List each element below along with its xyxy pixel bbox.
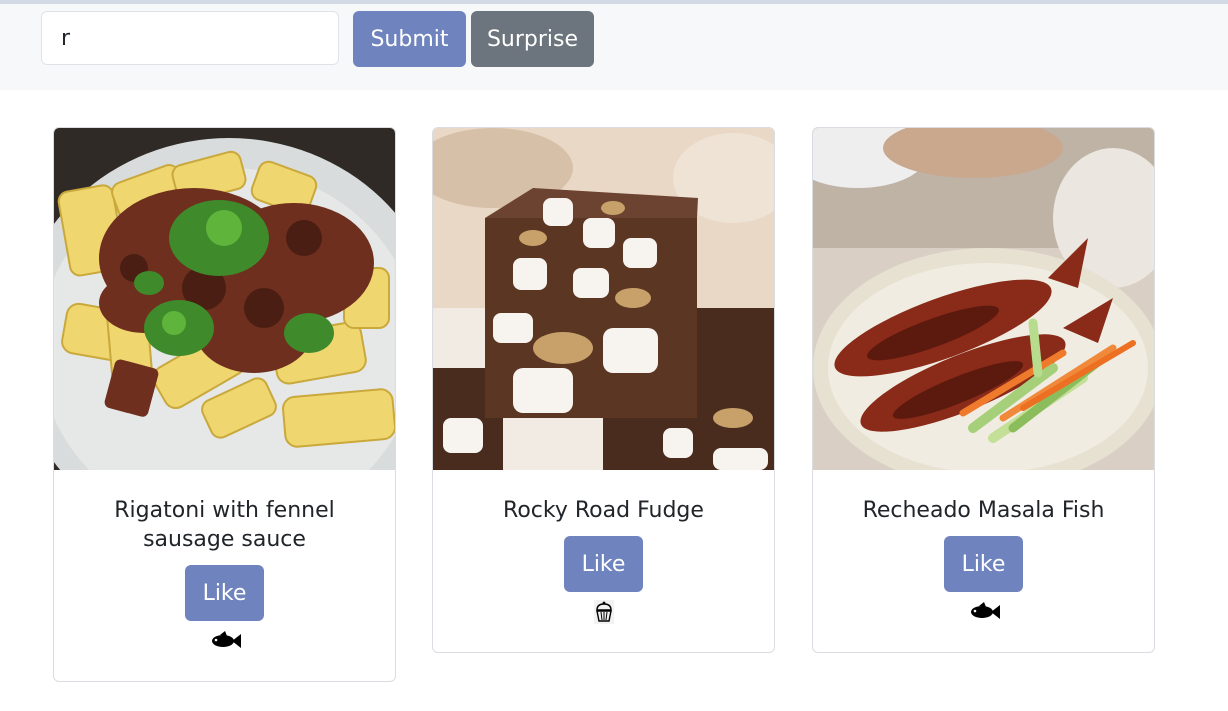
recipe-card: Recheado Masala Fish Like [812, 127, 1155, 653]
recipe-image [813, 128, 1154, 470]
cupcake-icon [593, 600, 614, 624]
fish-icon [211, 631, 241, 648]
recipe-image [54, 128, 395, 470]
search-bar: Submit Surprise [0, 4, 1228, 90]
recipe-title: Recheado Masala Fish [862, 498, 1105, 523]
like-button[interactable]: Like [185, 565, 264, 621]
search-input[interactable] [41, 11, 339, 65]
recipe-card: Rocky Road Fudge Like [432, 127, 775, 653]
recipe-card: Rigatoni with fennel sausage sauce Like [53, 127, 396, 682]
submit-button[interactable]: Submit [353, 11, 466, 67]
like-button[interactable]: Like [944, 536, 1023, 592]
recipe-image [433, 128, 774, 470]
fish-icon [970, 602, 1000, 619]
surprise-button[interactable]: Surprise [471, 11, 594, 67]
recipe-title: Rocky Road Fudge [503, 498, 704, 523]
recipe-title: Rigatoni with fennel sausage sauce [114, 498, 335, 552]
like-button[interactable]: Like [564, 536, 643, 592]
